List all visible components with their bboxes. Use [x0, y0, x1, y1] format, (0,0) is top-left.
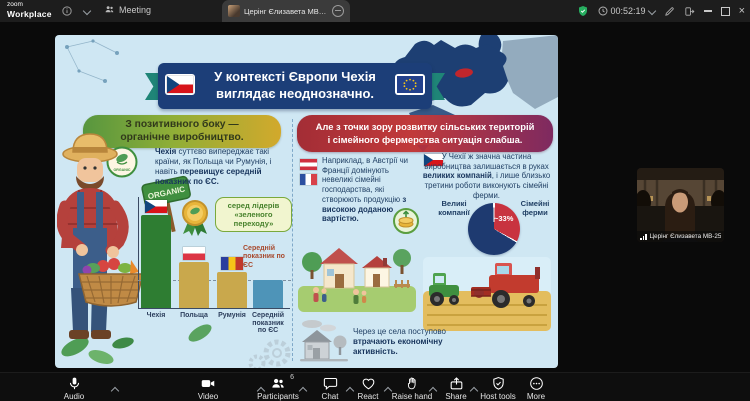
vegetable-basket — [78, 258, 144, 307]
workspace-chevron-icon[interactable] — [82, 6, 92, 16]
presentation-slide: У контексті Європи Чехія виглядає неодно… — [55, 35, 558, 368]
camera-icon — [200, 376, 216, 391]
bar-category-label: Середній показник по ЄС — [251, 312, 285, 335]
toolbar-react-chevron[interactable] — [383, 381, 393, 399]
ro-flag-icon — [221, 257, 243, 270]
pie-label-left: Великі компанії — [438, 199, 470, 218]
leader-bubble: серед лідерів «зеленого переходу» — [215, 197, 292, 233]
organic-bar-chart: серед лідерів «зеленого переходу» Середн… — [135, 193, 293, 365]
toolbar-more-button[interactable]: More — [506, 376, 566, 401]
declining-village-icon — [300, 320, 348, 362]
organic-badge-label: ORGANIC — [114, 168, 131, 172]
footer-note: Через це села поступово втрачають економ… — [353, 327, 447, 356]
participant-name-bar: Церінг Єлизавета МВ-25001м — [637, 231, 724, 242]
harvester-illustration — [423, 257, 551, 331]
eu-flag-icon — [395, 74, 425, 95]
meeting-toolbar: Audio Video 6 Participants Chat React Raise ha… — [0, 372, 750, 401]
hand-icon — [405, 376, 420, 391]
right-banner-line1: Але з точки зору розвитку сільських тери… — [315, 121, 535, 133]
toolbar-video-label: Video — [197, 392, 219, 401]
toolbar-audio-button[interactable]: Audio — [44, 376, 104, 401]
close-button[interactable]: × — [739, 5, 745, 17]
shared-screen-area: У контексті Європи Чехія виглядає неодно… — [0, 22, 750, 372]
timer-value: 00:52:19 — [610, 6, 646, 16]
clock-icon — [598, 6, 607, 16]
france-flag-icon — [300, 174, 317, 185]
minimize-button[interactable] — [703, 10, 712, 12]
toolbar-react-label: React — [357, 392, 379, 401]
participants-icon: 6 — [270, 374, 294, 391]
toolbar-video-button[interactable]: Video — [178, 376, 238, 401]
slide-title-line1: У контексті Європи Чехія — [214, 69, 376, 85]
share-icon — [449, 376, 464, 391]
austria-flag-icon — [300, 159, 317, 170]
logo-line2: Workplace — [7, 8, 52, 19]
bar-category-label: Чехія — [146, 312, 166, 319]
toolbar-chat-chevron[interactable] — [345, 381, 355, 399]
bar-0 — [141, 215, 171, 308]
cz-flag-icon — [145, 200, 167, 213]
audio-level-icon — [640, 233, 647, 240]
chat-icon — [323, 376, 338, 391]
tab-avatar — [228, 5, 240, 17]
meeting-timer[interactable]: 00:52:19 — [598, 6, 656, 16]
tab-title: Церінг Єлизавета МВ-25001м's : — [244, 6, 328, 16]
toolbar-video-chevron[interactable] — [256, 381, 266, 399]
toolbar-participants-chevron[interactable] — [298, 381, 308, 399]
eu-average-note: Середній показник по ЄС — [243, 245, 285, 269]
collapse-tab-icon[interactable] — [332, 5, 344, 17]
right-section-banner: Але з точки зору розвитку сільських тери… — [297, 115, 553, 152]
annotate-pen-icon[interactable] — [664, 6, 675, 17]
title-bar: zoom Workplace Meeting Церінг Єлизавета … — [0, 0, 750, 22]
meeting-tab-label: Meeting — [119, 4, 152, 15]
slide-title-line2: виглядає неоднозначно. — [215, 86, 375, 101]
pie-label-right: Сімейні ферми — [520, 199, 550, 218]
logo-line1: zoom — [7, 1, 23, 8]
toolbar-share-label: Share — [445, 392, 467, 401]
participant-video-tile[interactable]: Церінг Єлизавета МВ-25001м — [637, 168, 724, 242]
bar-category-label: Румунія — [218, 312, 246, 319]
bar-2 — [217, 272, 247, 308]
timer-chevron-icon — [647, 6, 656, 16]
pie-value-label: ~33% — [494, 214, 514, 223]
more-icon — [529, 376, 544, 391]
toolbar-audio-chevron[interactable] — [110, 381, 120, 399]
info-icon[interactable] — [62, 6, 72, 16]
participant-name: Церінг Єлизавета МВ-25001м — [649, 233, 722, 240]
zoom-workplace-logo: zoom Workplace — [7, 1, 52, 19]
toolbar-participants-button[interactable]: 6 Participants — [248, 374, 308, 401]
participants-count-badge: 6 — [290, 374, 294, 381]
bar-1 — [179, 262, 209, 308]
security-shield-icon[interactable] — [577, 5, 589, 17]
toolbar-share-chevron[interactable] — [469, 381, 479, 399]
microphone-icon — [67, 376, 82, 391]
shield-icon — [491, 376, 506, 391]
toolbar-more-label: More — [526, 392, 546, 401]
green-medal-icon — [182, 200, 208, 236]
left-panel-body: Чехія суттєво випереджає такі країни, як… — [155, 147, 272, 186]
chart-y-axis — [138, 197, 139, 309]
zoom-workplace-window: zoom Workplace Meeting Церінг Єлизавета … — [0, 0, 750, 401]
bar-category-label: Польща — [180, 312, 208, 319]
meeting-icon — [105, 6, 114, 13]
chart-x-axis — [138, 308, 290, 309]
farm-ownership-pie-chart: ~33% — [468, 203, 520, 255]
maximize-button[interactable] — [720, 6, 730, 16]
slide-title-banner: У контексті Європи Чехія виглядає неодно… — [158, 63, 432, 109]
czech-flag-icon — [165, 74, 195, 95]
toolbar-audio-label: Audio — [63, 392, 85, 401]
active-meeting-tab[interactable]: Церінг Єлизавета МВ-25001м's : — [222, 0, 350, 22]
bar-3 — [253, 280, 283, 308]
family-village-illustration — [298, 248, 416, 312]
pl-flag-icon — [183, 247, 205, 260]
toolbar-chat-label: Chat — [321, 392, 339, 401]
heart-icon — [361, 376, 376, 391]
right-col2-body: У Чехії ж значна частина виробництва зал… — [422, 152, 551, 200]
popout-icon[interactable] — [684, 6, 695, 17]
right-banner-line2: і сімейного фермерства ситуація слабша. — [327, 133, 523, 145]
tab-meeting[interactable]: Meeting — [104, 4, 151, 15]
toolbar-raise-hand-chevron[interactable] — [428, 381, 438, 399]
